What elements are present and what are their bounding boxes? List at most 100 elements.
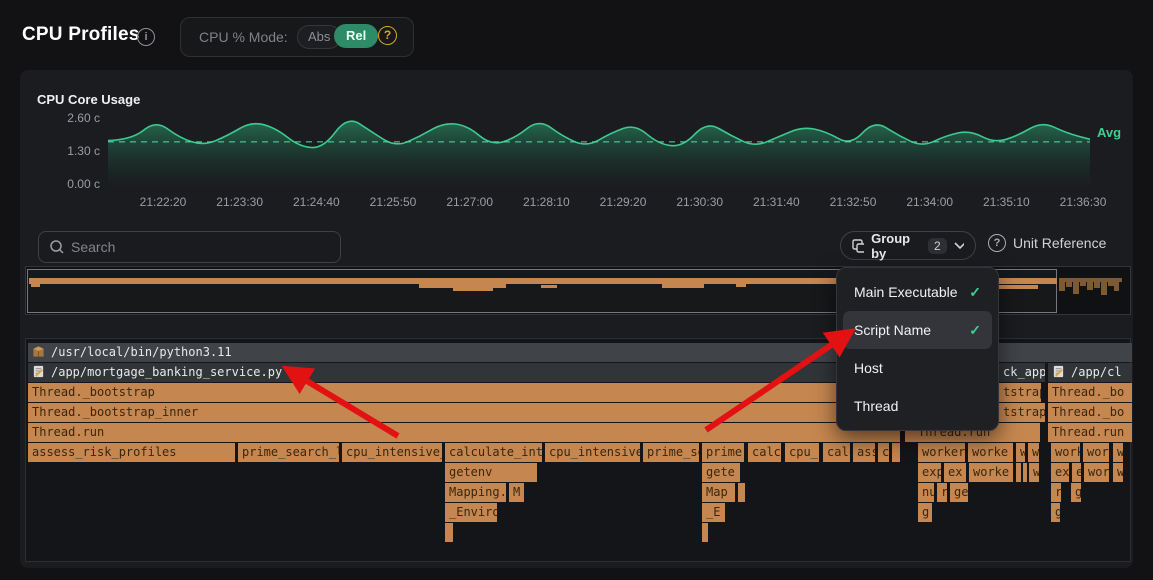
dropdown-item-script-name[interactable]: Script Name ✓: [843, 311, 992, 349]
frame-label: e: [1076, 465, 1081, 479]
y-axis-tick: 0.00 c: [30, 177, 100, 191]
minimap-bar: [662, 284, 704, 288]
flame-frame[interactable]: prime_se: [643, 443, 699, 462]
flame-frame[interactable]: ex: [944, 463, 966, 482]
frame-label: /app/cl: [1071, 365, 1122, 379]
flame-frame[interactable]: exp: [918, 463, 941, 482]
package-icon: [32, 345, 45, 358]
flame-frame[interactable]: prime: [702, 443, 744, 462]
flame-frame[interactable]: ex: [1051, 463, 1069, 482]
frame-label: g: [1075, 485, 1081, 499]
flame-frame[interactable]: prime_search_l: [238, 443, 339, 462]
x-axis-tick: 21:23:30: [216, 195, 263, 209]
flame-frame[interactable]: g: [1071, 483, 1081, 502]
x-axis-tick: 21:25:50: [370, 195, 417, 209]
search-icon: [39, 239, 69, 255]
flame-frame[interactable]: cpu_intensive: [545, 443, 640, 462]
flame-frame[interactable]: Thread._bo: [1048, 403, 1132, 422]
frame-label: g: [1055, 505, 1060, 519]
minimap-bar: [1080, 282, 1086, 286]
minimap-bar: [1087, 282, 1093, 290]
flame-frame[interactable]: w: [1113, 463, 1123, 482]
avg-label: Avg: [1097, 125, 1121, 140]
flame-frame[interactable]: [702, 523, 708, 542]
flame-frame[interactable]: calc: [823, 443, 850, 462]
flame-frame[interactable]: [738, 483, 745, 502]
minimap-bar: [1114, 282, 1119, 291]
flame-frame[interactable]: /app/cl: [1048, 363, 1132, 382]
flame-frame[interactable]: _Enviro: [445, 503, 497, 522]
frame-label: prime_se: [647, 445, 699, 459]
flame-frame[interactable]: work: [1051, 443, 1080, 462]
flame-frame[interactable]: w: [1028, 443, 1039, 462]
flame-frame[interactable]: M: [509, 483, 524, 502]
flame-frame[interactable]: gete: [702, 463, 740, 482]
flame-frame[interactable]: Thread.run: [28, 423, 900, 442]
flame-frame[interactable]: Mapping.g: [445, 483, 506, 502]
search-box[interactable]: [38, 231, 341, 263]
flame-frame[interactable]: w: [1016, 443, 1025, 462]
flame-frame[interactable]: Thread._bootstrap: [28, 383, 900, 402]
help-icon[interactable]: ?: [378, 26, 397, 45]
info-icon[interactable]: i: [137, 28, 155, 46]
rel-mode-button[interactable]: Rel: [334, 24, 378, 48]
flame-frame[interactable]: calculate_int: [445, 443, 542, 462]
frame-label: ge: [954, 485, 968, 499]
frame-label: exp: [922, 465, 941, 479]
flame-frame[interactable]: worke: [969, 463, 1013, 482]
cpu-mode-label: CPU % Mode:: [199, 29, 288, 45]
flame-frame[interactable]: worke: [968, 443, 1013, 462]
dropdown-item-host[interactable]: Host: [843, 349, 992, 387]
flame-frame[interactable]: cpu_intensive_: [342, 443, 442, 462]
flame-frame[interactable]: g: [918, 503, 932, 522]
flame-frame[interactable]: cpu_: [785, 443, 819, 462]
frame-label: w: [1020, 445, 1025, 459]
flame-frame[interactable]: /app/mortgage_banking_service.py: [28, 363, 902, 382]
flame-frame[interactable]: w: [1113, 443, 1123, 462]
group-by-button[interactable]: Group by 2: [840, 231, 976, 260]
x-axis-tick: 21:34:00: [906, 195, 953, 209]
frame-label: Thread._bootstrap_inner: [32, 405, 198, 419]
x-axis: 21:22:2021:23:3021:24:4021:25:5021:27:00…: [0, 195, 1153, 211]
dropdown-item-main-executable[interactable]: Main Executable✓: [843, 273, 992, 311]
flame-frame[interactable]: w: [1029, 463, 1039, 482]
flame-frame[interactable]: wor: [1083, 443, 1109, 462]
flame-frame[interactable]: [1016, 463, 1021, 482]
flame-frame[interactable]: r: [1051, 483, 1061, 502]
flame-frame[interactable]: _E: [702, 503, 725, 522]
dropdown-item-label: Script Name: [854, 322, 931, 338]
flame-frame[interactable]: wor: [1084, 463, 1109, 482]
flame-frame[interactable]: c: [878, 443, 889, 462]
flame-frame[interactable]: g: [1051, 503, 1060, 522]
flame-frame[interactable]: [1023, 463, 1027, 482]
flame-frame[interactable]: Thread._bo: [1048, 383, 1132, 402]
frame-label: cpu_intensive_: [346, 445, 442, 459]
flame-frame[interactable]: getenv: [445, 463, 537, 482]
flame-frame[interactable]: ge: [950, 483, 968, 502]
flame-frame[interactable]: Map: [702, 483, 735, 502]
flame-frame[interactable]: Thread._bootstrap_inner: [28, 403, 900, 422]
flame-frame[interactable]: [892, 443, 900, 462]
flame-frame[interactable]: ass: [853, 443, 875, 462]
flame-frame[interactable]: calcu: [748, 443, 781, 462]
flame-frame[interactable]: e: [1072, 463, 1081, 482]
frame-label: cpu_intensive: [549, 445, 640, 459]
flame-frame[interactable]: assess_risk_profiles: [28, 443, 235, 462]
frame-label: cpu_: [789, 445, 818, 459]
flame-frame[interactable]: Thread.run: [1048, 423, 1132, 442]
frame-label: tstrap: [1003, 385, 1041, 399]
flame-frame[interactable]: r: [937, 483, 947, 502]
minimap-bar: [736, 284, 746, 287]
unit-reference[interactable]: ? Unit Reference: [988, 234, 1106, 252]
minimap-bar: [31, 284, 40, 287]
flame-frame[interactable]: worker: [918, 443, 965, 462]
search-input[interactable]: [69, 238, 303, 256]
check-icon: ✓: [969, 322, 981, 339]
page-title: CPU Profiles: [22, 24, 140, 46]
frame-label: calc: [827, 445, 850, 459]
flame-frame[interactable]: [445, 523, 453, 542]
flame-frame[interactable]: nu: [918, 483, 934, 502]
cpu-usage-chart[interactable]: [105, 108, 1095, 190]
frame-label: prime: [706, 445, 742, 459]
dropdown-item-thread[interactable]: Thread: [843, 387, 992, 425]
